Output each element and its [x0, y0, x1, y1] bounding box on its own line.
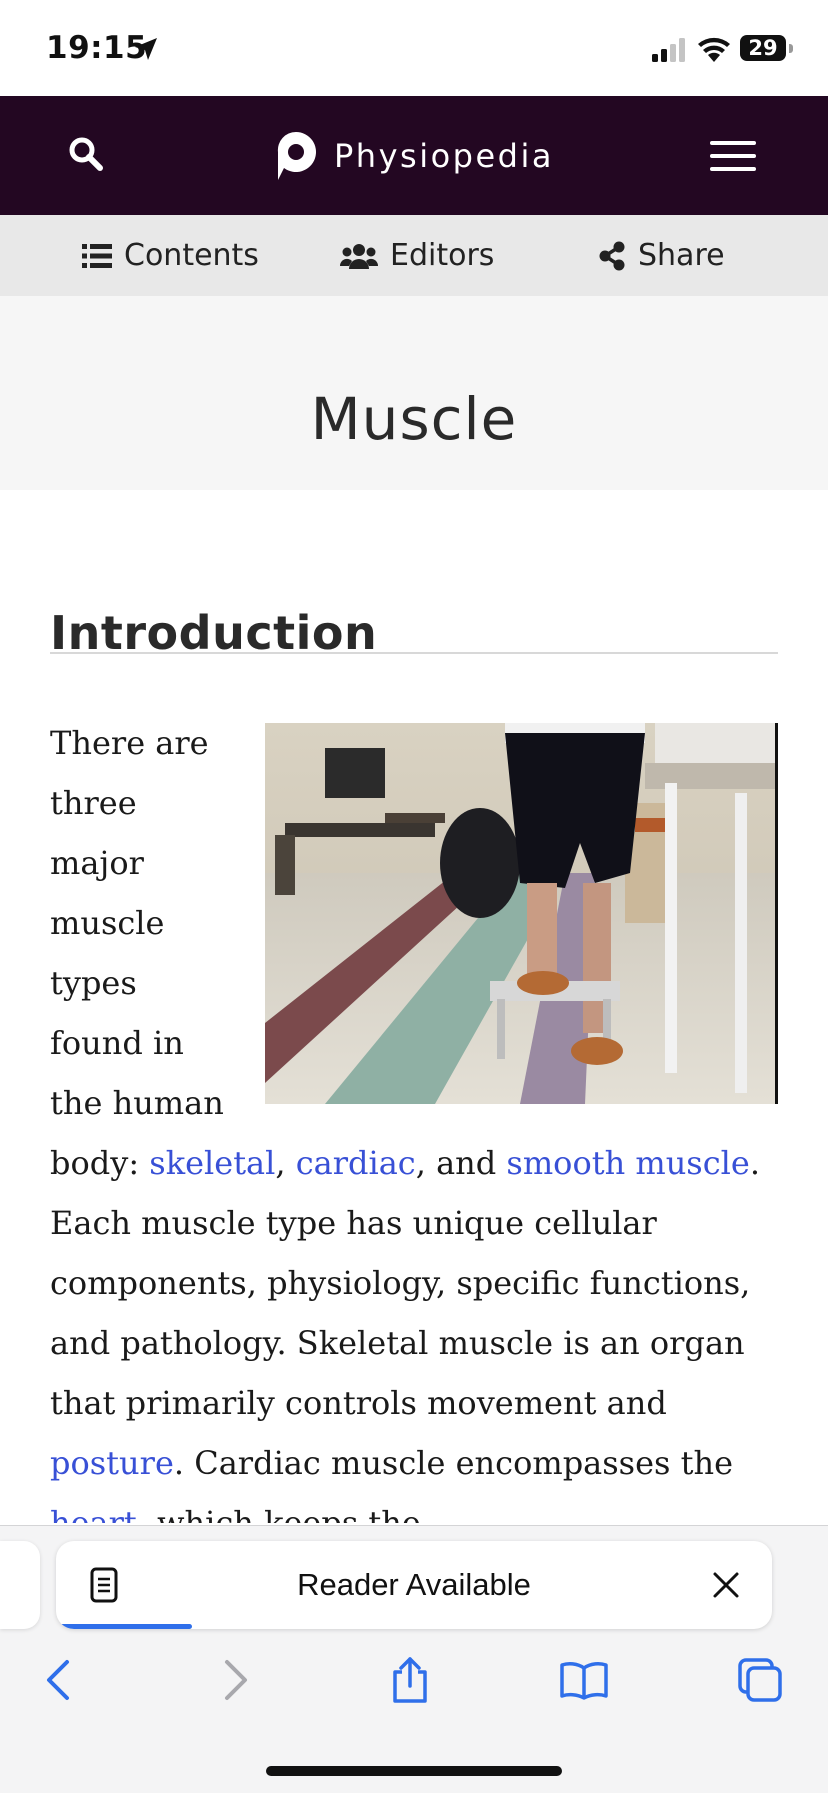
users-icon — [340, 243, 378, 269]
tabs-icon — [738, 1658, 782, 1702]
reader-available-bar[interactable]: Reader Available — [56, 1541, 772, 1629]
share-label: Share — [638, 238, 725, 273]
page-title: Muscle — [310, 384, 518, 453]
page-subnav: Contents Editors Share — [0, 215, 828, 296]
back-icon — [47, 1660, 69, 1700]
site-logo[interactable]: Physiopedia — [274, 130, 554, 182]
battery-indicator: 29 — [740, 35, 786, 61]
share-sheet-button[interactable] — [380, 1655, 440, 1705]
contents-button[interactable]: Contents — [82, 215, 259, 296]
close-icon[interactable] — [712, 1571, 740, 1599]
physiopedia-logo-icon — [277, 131, 316, 180]
link-skeletal[interactable]: skeletal — [149, 1144, 275, 1182]
list-icon — [82, 243, 112, 268]
heading-divider — [50, 652, 778, 654]
article-body: There are three major muscle types found… — [50, 713, 778, 1523]
paragraph-text: , which keeps the — [136, 1504, 421, 1523]
paragraph-text: , — [275, 1144, 296, 1182]
status-time: 19:15 — [46, 30, 148, 66]
title-band: Muscle — [0, 296, 828, 490]
contents-label: Contents — [124, 238, 259, 273]
forward-icon — [225, 1660, 247, 1700]
reader-available-label: Reader Available — [297, 1567, 531, 1602]
site-header: Physiopedia — [0, 96, 828, 215]
share-nodes-icon — [599, 241, 625, 270]
previous-tab-edge[interactable] — [0, 1541, 40, 1629]
wifi-icon — [698, 37, 730, 62]
editors-button[interactable]: Editors — [340, 215, 494, 296]
link-heart[interactable]: heart — [50, 1504, 137, 1523]
location-arrow-icon — [135, 38, 157, 60]
paragraph-text: . Cardiac muscle encompasses the — [173, 1444, 734, 1482]
paragraph-text: There are three major muscle types found… — [50, 724, 224, 1182]
share-button[interactable]: Share — [598, 215, 725, 296]
bookmarks-icon — [560, 1662, 608, 1700]
back-button[interactable] — [28, 1655, 88, 1705]
bookmarks-button[interactable] — [554, 1655, 614, 1705]
paragraph-text: , and — [415, 1144, 507, 1182]
battery-nub — [789, 44, 793, 53]
link-smooth-muscle[interactable]: smooth muscle — [506, 1144, 749, 1182]
site-name: Physiopedia — [334, 137, 554, 175]
tabs-button[interactable] — [730, 1655, 790, 1705]
link-posture[interactable]: posture — [50, 1444, 174, 1482]
page-load-progress — [56, 1624, 193, 1629]
link-cardiac[interactable]: cardiac — [296, 1144, 416, 1182]
hamburger-menu-icon[interactable] — [710, 140, 756, 172]
search-icon[interactable] — [68, 136, 104, 172]
share-icon — [393, 1657, 427, 1703]
paragraph-text: . Each muscle type has unique cellular c… — [50, 1144, 760, 1422]
home-indicator — [266, 1766, 562, 1776]
status-bar: 19:15 29 — [0, 0, 828, 96]
article-image[interactable] — [265, 723, 778, 1104]
forward-button[interactable] — [206, 1655, 266, 1705]
editors-label: Editors — [390, 238, 495, 273]
cellular-signal-icon — [652, 38, 685, 62]
